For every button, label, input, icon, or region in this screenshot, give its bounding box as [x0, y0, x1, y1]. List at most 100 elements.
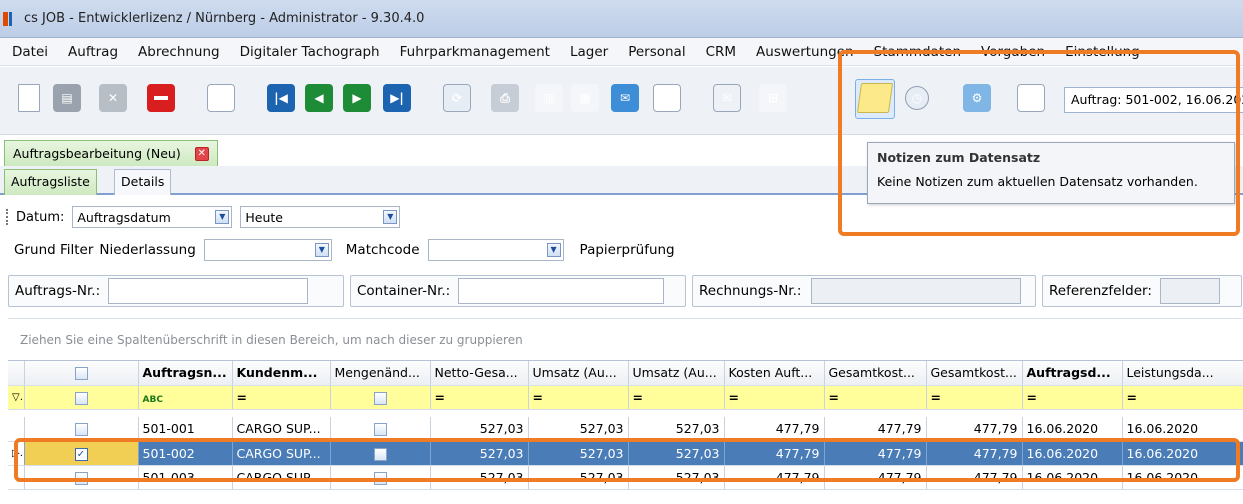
- chevron-down-icon[interactable]: ▼: [314, 243, 329, 257]
- column-header[interactable]: Umsatz (Au...: [528, 361, 629, 386]
- filter-cell[interactable]: ABC: [138, 385, 233, 410]
- checkbox-icon[interactable]: [373, 391, 387, 405]
- menu-fuhrparkmanagement[interactable]: Fuhrparkmanagement: [390, 44, 560, 60]
- checkbox-icon[interactable]: [74, 367, 88, 381]
- chevron-down-icon[interactable]: ▼: [215, 210, 230, 224]
- rechnungsnr-label: Rechnungs-Nr.:: [699, 283, 802, 299]
- basic-filter-row: Grund Filter Niederlassung ▼ Matchcode ▼…: [6, 236, 1243, 264]
- checkbox-icon[interactable]: [74, 423, 88, 437]
- filter-cell[interactable]: =: [1122, 385, 1243, 410]
- rechnungsnr-input[interactable]: [811, 278, 1022, 304]
- cancel-button[interactable]: [144, 81, 178, 115]
- datum-field-select[interactable]: Auftragsdatum ▼: [72, 206, 233, 228]
- highlight-frame-selected-row: [14, 438, 1240, 482]
- save-icon: ▤: [53, 84, 81, 112]
- column-header[interactable]: Umsatz (Au...: [628, 361, 725, 386]
- select-all-header[interactable]: [24, 361, 139, 386]
- spacer-row: [8, 409, 1243, 417]
- column-header[interactable]: Kosten Auft...: [724, 361, 825, 386]
- group-by-area[interactable]: Ziehen Sie eine Spaltenüberschrift in di…: [8, 318, 1243, 358]
- menu-personal[interactable]: Personal: [618, 44, 695, 60]
- filter-row: ▽ ABC = = = = = = = = =: [8, 385, 1243, 410]
- containernr-input[interactable]: [458, 278, 665, 304]
- column-header[interactable]: Gesamtkost...: [824, 361, 927, 386]
- order-grid: Auftragsn... Kundenm... Mengenänd... Net…: [8, 360, 1243, 504]
- export-button[interactable]: ⇄: [204, 81, 238, 115]
- rechnungsnr-group: Rechnungs-Nr.:: [692, 275, 1036, 307]
- first-record-button[interactable]: |◀: [264, 81, 298, 115]
- datum-field-value: Auftragsdatum: [77, 209, 171, 225]
- filter-cell[interactable]: =: [528, 385, 629, 410]
- referenzfelder-group: Referenzfelder:: [1042, 275, 1242, 307]
- barcode-scan-icon: ▦: [571, 84, 599, 112]
- auftragsnr-label: Auftrags-Nr.:: [15, 283, 101, 299]
- previous-icon: ◀: [305, 84, 333, 112]
- column-header[interactable]: Gesamtkost...: [926, 361, 1023, 386]
- datum-range-select[interactable]: Heute ▼: [240, 206, 401, 228]
- filter-funnel-icon[interactable]: ▽: [8, 385, 25, 410]
- close-icon[interactable]: ✕: [194, 146, 209, 161]
- filter-cell[interactable]: [330, 385, 431, 410]
- delete-icon: ✕: [99, 84, 127, 112]
- drag-handle-icon[interactable]: [6, 209, 12, 225]
- niederlassung-label: Niederlassung: [99, 242, 196, 258]
- save-button[interactable]: ▤: [50, 81, 84, 115]
- column-header[interactable]: Auftragsn...: [138, 361, 233, 386]
- link-icon: ⊞: [759, 84, 787, 112]
- column-header[interactable]: Kundenm...: [232, 361, 331, 386]
- filter-cell[interactable]: =: [824, 385, 927, 410]
- mail-icon: ✉: [611, 84, 639, 112]
- menu-crm[interactable]: CRM: [696, 44, 746, 60]
- column-header[interactable]: Mengenänd...: [330, 361, 431, 386]
- envelope-icon: ✉: [713, 84, 741, 112]
- menu-abrechnung[interactable]: Abrechnung: [128, 44, 230, 60]
- refresh-button[interactable]: ⟳: [440, 81, 474, 115]
- next-record-button[interactable]: ▶: [340, 81, 374, 115]
- referenzfelder-input[interactable]: [1159, 278, 1220, 304]
- stop-icon: [147, 84, 175, 112]
- document-icon: ▤: [653, 84, 681, 112]
- tab-details[interactable]: Details: [114, 169, 172, 195]
- menu-digitaler-tachograph[interactable]: Digitaler Tachograph: [230, 44, 390, 60]
- print-button[interactable]: ⎙: [488, 81, 522, 115]
- niederlassung-select[interactable]: ▼: [203, 239, 332, 261]
- containernr-group: Container-Nr.:: [350, 275, 686, 307]
- checkbox-icon[interactable]: [74, 391, 88, 405]
- menu-datei[interactable]: Datei: [0, 44, 58, 60]
- filter-cell[interactable]: =: [430, 385, 529, 410]
- barcode-scan-button[interactable]: ▦: [568, 81, 602, 115]
- last-record-button[interactable]: ▶|: [380, 81, 414, 115]
- previous-record-button[interactable]: ◀: [302, 81, 336, 115]
- mail-button[interactable]: ✉: [608, 81, 642, 115]
- column-header[interactable]: Auftragsd...: [1022, 361, 1123, 386]
- column-header[interactable]: Netto-Gesa...: [430, 361, 529, 386]
- menu-lager[interactable]: Lager: [560, 44, 618, 60]
- row-indicator-header: [8, 361, 25, 386]
- auftragsnr-input[interactable]: [108, 278, 309, 304]
- barcode-button[interactable]: ▥: [532, 81, 566, 115]
- document-button[interactable]: ▤: [650, 81, 684, 115]
- link-button[interactable]: ⊞: [756, 81, 790, 115]
- filter-cell[interactable]: =: [628, 385, 725, 410]
- header-row: Auftragsn... Kundenm... Mengenänd... Net…: [8, 361, 1243, 386]
- first-record-icon: |◀: [267, 84, 295, 112]
- envelope-button[interactable]: ✉: [710, 81, 744, 115]
- new-document-button[interactable]: [12, 81, 46, 115]
- delete-button[interactable]: ✕: [96, 81, 130, 115]
- menu-auftrag[interactable]: Auftrag: [58, 44, 128, 60]
- filter-cell[interactable]: =: [724, 385, 825, 410]
- tab-auftragsbearbeitung[interactable]: Auftragsbearbeitung (Neu) ✕: [4, 140, 218, 166]
- tab-auftragsliste[interactable]: Auftragsliste: [4, 169, 97, 195]
- title-bar: cs JOB - Entwicklerlizenz / Nürnberg - A…: [0, 0, 1243, 38]
- chevron-down-icon[interactable]: ▼: [546, 243, 561, 257]
- filter-cell[interactable]: =: [232, 385, 331, 410]
- matchcode-select[interactable]: ▼: [427, 239, 564, 261]
- auftragsnr-group: Auftrags-Nr.:: [8, 275, 344, 307]
- checkbox-icon[interactable]: [373, 423, 387, 437]
- filter-cell[interactable]: [24, 385, 139, 410]
- column-header[interactable]: Leistungsda...: [1122, 361, 1243, 386]
- next-icon: ▶: [343, 84, 371, 112]
- chevron-down-icon[interactable]: ▼: [383, 210, 398, 224]
- filter-cell[interactable]: =: [1022, 385, 1123, 410]
- filter-cell[interactable]: =: [926, 385, 1023, 410]
